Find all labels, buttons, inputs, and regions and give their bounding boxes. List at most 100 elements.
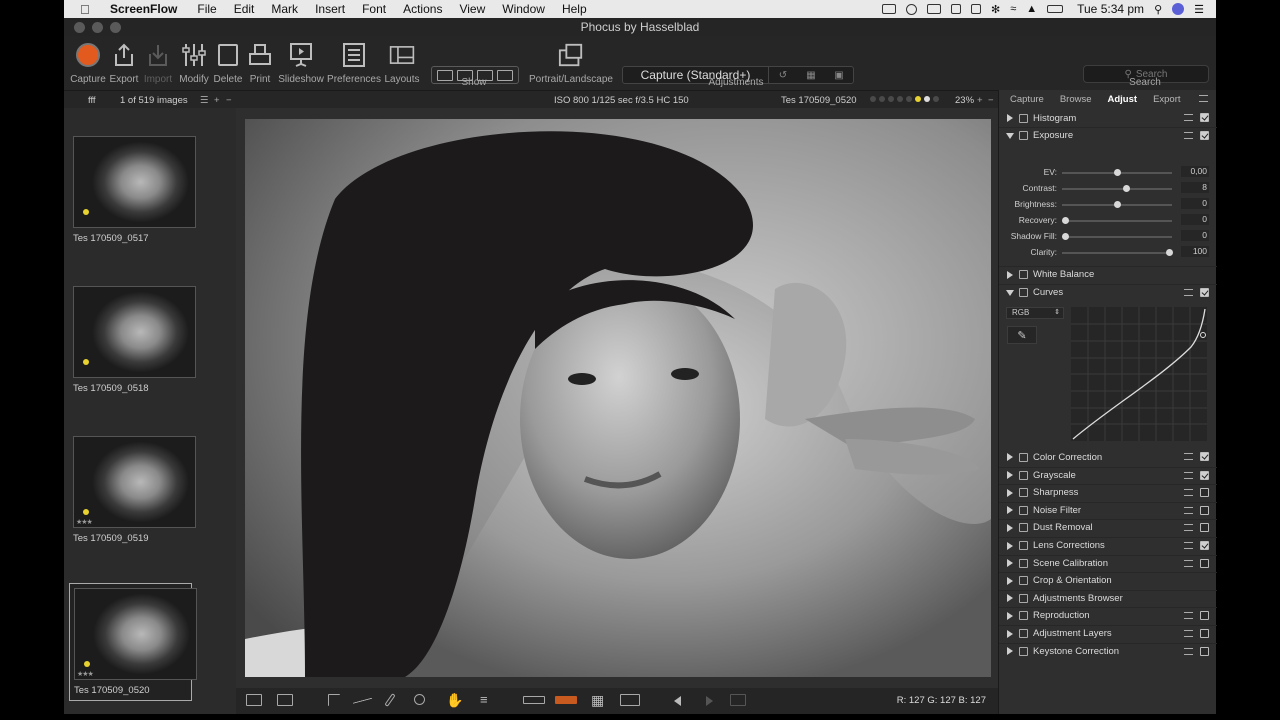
presets-icon[interactable]: [1184, 489, 1193, 497]
copy-adjustments-icon[interactable]: ▦: [797, 70, 825, 81]
tool-keystone-correction[interactable]: Keystone Correction: [999, 642, 1217, 659]
disclosure-triangle-icon[interactable]: [1007, 594, 1013, 603]
dropbox-icon[interactable]: [970, 4, 981, 14]
menu-font[interactable]: Font: [362, 2, 386, 16]
tab-adjust[interactable]: Adjust: [1108, 94, 1138, 105]
slider-track[interactable]: [1062, 169, 1172, 176]
slider-value-field[interactable]: 8: [1181, 182, 1209, 193]
tool-crop-orientation[interactable]: Crop & Orientation: [999, 572, 1217, 588]
slider-knob[interactable]: [1062, 217, 1070, 224]
brush-tool-icon[interactable]: [384, 693, 396, 707]
browser-options-icon[interactable]: ☰: [200, 95, 209, 106]
tool-adjustment-layers[interactable]: Adjustment Layers: [999, 625, 1217, 641]
tool-enable-checkbox[interactable]: [1200, 470, 1209, 480]
slider-knob[interactable]: [1114, 169, 1121, 176]
siri-icon[interactable]: [1172, 3, 1185, 15]
fullscreen-icon[interactable]: [730, 694, 746, 706]
copy-settings-icon[interactable]: [1019, 541, 1028, 550]
exposure-warning-icon[interactable]: [523, 696, 545, 704]
slider-track[interactable]: [1062, 233, 1172, 240]
copy-settings-icon[interactable]: [1019, 488, 1028, 498]
thumbnail-0517[interactable]: Tes 170509_0517: [73, 136, 196, 244]
copy-settings-icon[interactable]: [1019, 470, 1028, 480]
presets-icon[interactable]: [1184, 524, 1193, 532]
volume-icon[interactable]: ▲: [1026, 3, 1037, 15]
slider-knob[interactable]: [1114, 201, 1121, 208]
wifi-icon[interactable]: ≈: [1010, 3, 1016, 15]
slider-knob[interactable]: [1165, 249, 1173, 256]
zoom-level[interactable]: 23%: [955, 95, 974, 106]
menu-help[interactable]: Help: [562, 2, 587, 16]
next-image-icon[interactable]: [706, 696, 713, 706]
tool-enable-checkbox[interactable]: [1200, 131, 1209, 140]
loupe-tool-icon[interactable]: [414, 694, 425, 705]
paste-adjustments-icon[interactable]: ▣: [825, 70, 853, 81]
previous-image-icon[interactable]: [674, 696, 681, 706]
thumbnail-0519[interactable]: ★★★ Tes 170509_0519: [73, 436, 196, 544]
zoom-in-icon[interactable]: +: [977, 95, 983, 106]
tab-browse[interactable]: Browse: [1060, 94, 1092, 105]
menu-edit[interactable]: Edit: [234, 2, 255, 16]
spotlight-icon[interactable]: ⚲: [1154, 3, 1162, 16]
tool-exposure[interactable]: Exposure: [999, 127, 1217, 143]
menu-mark[interactable]: Mark: [271, 2, 298, 16]
tool-adjustments-browser[interactable]: Adjustments Browser: [999, 589, 1217, 606]
presets-icon[interactable]: [1184, 471, 1193, 479]
menu-view[interactable]: View: [459, 2, 485, 16]
thumbnail-0520[interactable]: ★★★ Tes 170509_0520: [69, 583, 197, 701]
panel-menu-icon[interactable]: [1199, 95, 1208, 102]
disclosure-triangle-icon[interactable]: [1007, 629, 1013, 638]
copy-settings-icon[interactable]: [1019, 288, 1028, 297]
tab-export[interactable]: Export: [1153, 94, 1180, 105]
slider-knob[interactable]: [1122, 185, 1130, 192]
reset-adjustments-icon[interactable]: ↺: [769, 70, 797, 81]
menubar-clock[interactable]: Tue 5:34 pm: [1077, 2, 1144, 16]
tool-white-balance[interactable]: White Balance: [999, 266, 1217, 282]
presets-icon[interactable]: [1184, 289, 1193, 296]
tool-enable-checkbox[interactable]: [1200, 288, 1209, 297]
copy-settings-icon[interactable]: [1019, 523, 1028, 533]
copy-settings-icon[interactable]: [1019, 270, 1028, 279]
menu-app-name[interactable]: ScreenFlow: [110, 2, 177, 16]
disclosure-triangle-icon[interactable]: [1006, 289, 1014, 296]
creative-cloud-icon[interactable]: [905, 3, 917, 15]
display-icon[interactable]: [926, 4, 941, 14]
disclosure-triangle-icon[interactable]: [1007, 647, 1013, 656]
rating-and-label[interactable]: [870, 96, 939, 102]
tool-enable-checkbox[interactable]: [1200, 611, 1209, 621]
menu-insert[interactable]: Insert: [315, 2, 345, 16]
hand-tool-icon[interactable]: ✋: [446, 692, 463, 709]
apple-menu-icon[interactable]: : [80, 2, 94, 17]
copy-settings-icon[interactable]: [1019, 593, 1028, 603]
grid-overlay-icon[interactable]: ▦: [591, 692, 604, 709]
main-photo[interactable]: [245, 119, 991, 677]
overexposure-indicator-icon[interactable]: [555, 696, 577, 704]
menu-file[interactable]: File: [197, 2, 216, 16]
mask-view-icon[interactable]: [620, 694, 640, 706]
disclosure-triangle-icon[interactable]: [1007, 488, 1013, 497]
text-tool-icon[interactable]: ≡: [480, 692, 488, 707]
copy-settings-icon[interactable]: [1019, 576, 1028, 586]
disclosure-triangle-icon[interactable]: [1007, 611, 1013, 620]
disclosure-triangle-icon[interactable]: [1007, 506, 1013, 515]
presets-icon[interactable]: [1184, 559, 1193, 567]
tool-scene-calibration[interactable]: Scene Calibration: [999, 554, 1217, 571]
slider-value-field[interactable]: 0: [1181, 214, 1209, 225]
disclosure-triangle-icon[interactable]: [1007, 523, 1013, 532]
tool-grayscale[interactable]: Grayscale: [999, 466, 1217, 483]
menu-window[interactable]: Window: [502, 2, 545, 16]
slider-knob[interactable]: [1062, 233, 1070, 240]
copy-settings-icon[interactable]: [1019, 131, 1028, 140]
crop-tool-icon[interactable]: [328, 694, 340, 706]
curve-channel-select[interactable]: RGB ⇕: [1006, 307, 1064, 319]
slider-value-field[interactable]: 100: [1181, 246, 1209, 257]
tab-capture[interactable]: Capture: [1010, 94, 1044, 105]
battery-icon[interactable]: [1047, 5, 1064, 13]
tool-enable-checkbox[interactable]: [1200, 523, 1209, 533]
tool-enable-checkbox[interactable]: [1200, 629, 1209, 638]
folder-name[interactable]: fff: [88, 95, 96, 106]
tool-enable-checkbox[interactable]: [1200, 452, 1209, 461]
copy-settings-icon[interactable]: [1019, 611, 1028, 621]
curve-graph[interactable]: [1071, 307, 1207, 441]
slider-value-field[interactable]: 0: [1181, 230, 1209, 241]
